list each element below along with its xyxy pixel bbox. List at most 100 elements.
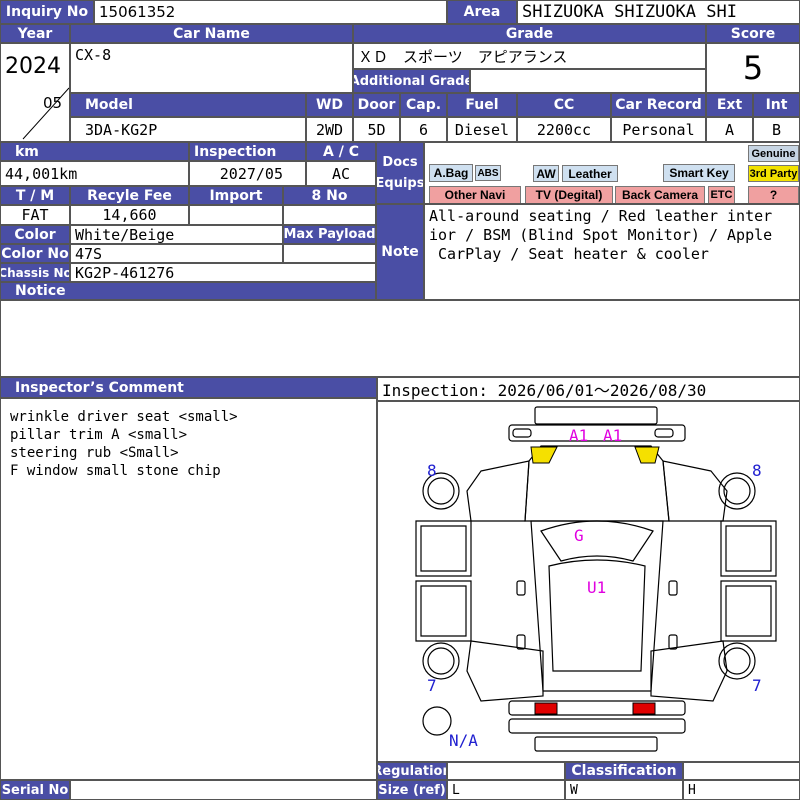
genuine-badge: Genuine [748,145,799,162]
other-navi-badge: Other Navi [429,186,521,203]
mark-fr: 8 [752,461,762,480]
import-value [189,205,283,225]
tm-label: T / M [0,186,70,205]
abag-badge: A.Bag [429,164,473,182]
grade-text: ＸＤ スポーツ アピアランス [358,47,568,66]
abs-badge: ABS [475,165,501,181]
int-label: Int [753,93,800,117]
ac-label: A / C [306,142,376,161]
docs-label: Docs [382,155,418,170]
additional-grade-label: Additional Grade [353,69,470,93]
ext-value: A [706,117,753,142]
car-diagram: A1 A1 G U1 8 8 7 7 N/A [415,406,777,752]
year-value: 2024 [5,54,61,79]
km-label: km [0,142,189,161]
inspector-comment-box: wrinkle driver seat <small> pillar trim … [0,398,377,780]
third-party-badge: 3rd Party [748,165,799,182]
size-ref-label: Size (ref) [377,780,447,800]
equips-panel: A.Bag ABS AW Leather Smart Key Genuine 3… [424,142,800,204]
color-no-value: 47S [70,244,283,263]
recycle-fee-value: 14,660 [70,205,189,225]
a1-right-highlight [634,446,660,464]
inspection-label: Inspection [189,142,306,161]
mark-rl: 7 [427,676,437,695]
size-h: H [683,780,800,800]
int-value: B [753,117,800,142]
color-no-label: Color No [0,244,70,263]
max-payload-label: Max Payload [283,225,376,244]
serial-no-label: Serial No [0,780,70,800]
smart-key-badge: Smart Key [663,164,735,182]
fuel-label: Fuel [447,93,517,117]
notice-label: Notice [0,282,376,300]
wd-label: WD [306,93,353,117]
inspection-value: 2027/05 [189,161,306,186]
year-label: Year [0,24,70,43]
tm-value: FAT [0,205,70,225]
color-value: White/Beige [70,225,283,244]
mark-g: G [574,526,584,545]
mark-spare: N/A [449,731,478,750]
8-no-value [283,205,376,225]
size-l: L [447,780,565,800]
grade-value: ＸＤ スポーツ アピアランス [353,43,706,69]
mark-a1-left: A1 [569,426,588,445]
note-text: All-around seating / Red leather inter i… [429,207,773,263]
wd-value: 2WD [306,117,353,142]
rear-light-left [534,702,558,715]
ac-value: AC [306,161,376,186]
car-name-text: CX-8 [75,46,112,64]
import-label: Import [189,186,283,205]
regulation-value [447,762,565,780]
chassis-no-value: KG2P-461276 [70,263,376,282]
size-w: W [565,780,683,800]
etc-badge: ETC [708,186,735,203]
leather-badge: Leather [562,165,618,182]
inspection-period: Inspection: 2026/06/01～2026/08/30 [377,377,800,401]
recycle-fee-label: Recyle Fee [70,186,189,205]
door-label: Door [353,93,400,117]
inspector-comment-label: Inspector’s Comment [0,377,377,398]
model-value: 3DA-KG2P [70,117,306,142]
cap-label: Cap. [400,93,447,117]
back-camera-badge: Back Camera [615,186,705,203]
area-label: Area [447,0,517,24]
car-name-label: Car Name [70,24,353,43]
mark-u1: U1 [587,578,606,597]
cc-value: 2200cc [517,117,611,142]
score-label: Score [706,24,800,43]
inquiry-no-label: Inquiry No [0,0,94,24]
cc-label: CC [517,93,611,117]
max-payload-value [283,244,376,263]
km-value: 44,001km [0,161,189,186]
note-label: Note [376,204,424,300]
8-no-label: 8 No [283,186,376,205]
equips-label: Equips [376,176,424,191]
model-label: Model [70,93,306,117]
mark-a1-right: A1 [603,426,622,445]
door-value: 5D [353,117,400,142]
area-value: SHIZUOKA SHIZUOKA SHI [517,0,800,24]
note-box: All-around seating / Red leather inter i… [424,204,800,300]
car-name-value: CX-8 [70,43,353,93]
score-value: 5 [706,43,800,93]
inquiry-no-value: 15061352 [94,0,447,24]
additional-grade-value [470,69,706,93]
serial-no-value [70,780,377,800]
classification-label: Classification [565,762,683,780]
mark-rr: 7 [752,676,762,695]
car-record-value: Personal [611,117,706,142]
chassis-no-label: Chassis No [0,263,70,282]
aw-badge: AW [533,165,559,182]
notice-area [0,300,800,377]
year-cell: 2024 05 [0,43,70,142]
month-value: 05 [43,94,63,112]
color-label: Color [0,225,70,244]
ext-label: Ext [706,93,753,117]
mark-fl: 8 [427,461,437,480]
grade-label: Grade [353,24,706,43]
car-diagram-panel: A1 A1 G U1 8 8 7 7 N/A [377,401,800,762]
regulation-label: Regulation [377,762,447,780]
rear-light-right [632,702,656,715]
cap-value: 6 [400,117,447,142]
